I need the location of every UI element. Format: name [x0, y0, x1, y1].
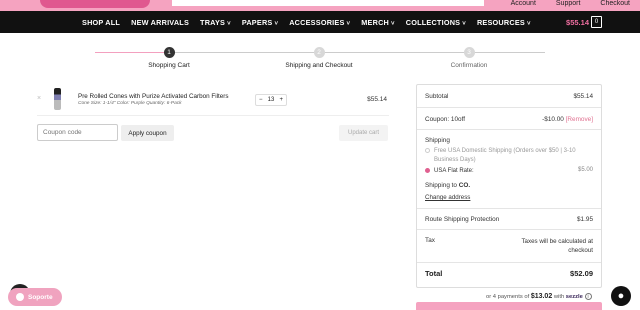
chevron-down-icon: ˅	[227, 20, 231, 27]
radio-free-shipping[interactable]	[425, 147, 430, 153]
step-label: Shopping Cart	[148, 62, 190, 69]
shipping-to-prefix: Shipping to	[425, 182, 457, 189]
change-address-link[interactable]: Change address	[425, 194, 470, 201]
checkout-link[interactable]: Checkout	[600, 0, 630, 11]
qty-plus-button[interactable]: +	[279, 97, 283, 103]
remove-item-icon[interactable]: ×	[37, 95, 41, 102]
update-cart-button[interactable]: Update cart	[339, 125, 388, 141]
chevron-down-icon: ˅	[391, 20, 395, 27]
support-chat-label: Soporte	[28, 293, 53, 301]
quantity-stepper: − 13 +	[255, 94, 287, 106]
nav-item-new-arrivals[interactable]: NEW ARRIVALS	[131, 18, 189, 27]
coupon-amount: -$10.00	[542, 116, 564, 123]
top-links: Account Support Checkout	[511, 0, 630, 11]
step-number: 1	[163, 47, 175, 58]
cart-bag-icon[interactable]: 0	[591, 16, 602, 28]
cart-total[interactable]: $55.14	[566, 18, 589, 27]
step-label: Shipping and Checkout	[285, 62, 353, 69]
tax-row: Tax Taxes will be calculated at checkout	[417, 230, 601, 263]
nav-item-shop-all[interactable]: SHOP ALL	[82, 18, 120, 27]
step-shopping-cart: 1 Shopping Cart	[124, 44, 214, 69]
total-label: Total	[425, 269, 443, 278]
sezzle-logo: sezzle	[565, 294, 583, 300]
proceed-to-checkout-button[interactable]	[416, 302, 602, 310]
sezzle-installments[interactable]: or 4 payments of $13.02 with sezzle i	[486, 293, 592, 300]
route-value: $1.95	[577, 216, 593, 223]
chevron-down-icon: ˅	[274, 20, 279, 27]
top-banner: Account Support Checkout	[0, 0, 640, 11]
route-label: Route Shipping Protection	[425, 216, 500, 223]
nav-item-label: COLLECTIONS	[405, 17, 461, 27]
step-number: 2	[313, 47, 325, 58]
chevron-down-icon: ˅	[526, 20, 531, 27]
support-link[interactable]: Support	[556, 0, 581, 11]
route-row: Route Shipping Protection $1.95	[417, 209, 601, 230]
installments-prefix: or 4 payments of	[486, 294, 530, 300]
product-thumbnail[interactable]	[51, 88, 65, 110]
support-chat-button[interactable]: Soporte	[8, 288, 62, 306]
step-label: Confirmation	[450, 62, 488, 69]
installments-with: with	[553, 294, 565, 300]
tax-value: Taxes will be calculated at checkout	[521, 238, 593, 254]
step-number: 3	[463, 47, 475, 58]
apply-coupon-button[interactable]: Apply coupon	[121, 125, 174, 141]
shipping-to: Shipping to CO.	[425, 182, 470, 189]
nav-item-papers[interactable]: PAPERS ˅	[242, 18, 278, 27]
nav-item-label: PAPERS	[241, 17, 273, 27]
accessibility-icon[interactable]: ●	[611, 286, 631, 306]
nav-item-label: SHOP ALL	[82, 17, 121, 27]
chevron-down-icon: ˅	[462, 20, 466, 27]
info-icon[interactable]: i	[584, 293, 592, 300]
subtotal-row: Subtotal $55.14	[417, 85, 601, 108]
tax-label: Tax	[425, 237, 435, 244]
ship-option-flat-label: USA Flat Rate:	[434, 168, 474, 174]
chevron-down-icon: ˅	[346, 20, 351, 27]
support-icon	[16, 293, 24, 301]
account-link[interactable]: Account	[511, 0, 536, 11]
coupon-label: Coupon: 10off	[425, 116, 466, 123]
nav-item-label: NEW ARRIVALS	[131, 17, 190, 27]
cart-totals: Subtotal $55.14 Coupon: 10off -$10.00 [R…	[416, 84, 602, 288]
search-bar[interactable]	[172, 0, 484, 6]
nav-item-collections[interactable]: COLLECTIONS ˅	[406, 18, 466, 27]
subtotal-label: Subtotal	[425, 93, 449, 100]
logo[interactable]	[40, 0, 150, 8]
nav-item-label: RESOURCES	[476, 17, 525, 27]
coupon-row: Coupon: 10off -$10.00 [Remove]	[417, 108, 601, 130]
checkout-progress: 1 Shopping Cart 2 Shipping and Checkout …	[95, 44, 545, 74]
installment-amount: $13.02	[530, 293, 553, 300]
nav-item-accessories[interactable]: ACCESSORIES ˅	[289, 18, 350, 27]
subtotal-value: $55.14	[573, 93, 593, 100]
coupon-code-input[interactable]	[37, 124, 118, 141]
ship-option-flat-value: $5.00	[577, 167, 593, 173]
shipping-to-state: CO.	[458, 182, 471, 189]
step-confirmation: 3 Confirmation	[424, 44, 514, 69]
cart-item-row: × Pre Rolled Cones with Purize Activated…	[37, 84, 389, 116]
coupon-value: -$10.00 [Remove]	[542, 116, 593, 123]
ship-option-flat[interactable]: USA Flat Rate:	[425, 167, 597, 176]
shipping-row: Shipping Free USA Domestic Shipping (Ord…	[417, 130, 601, 209]
product-name[interactable]: Pre Rolled Cones with Purize Activated C…	[78, 93, 229, 100]
qty-minus-button[interactable]: −	[259, 97, 263, 103]
nav-item-label: MERCH	[361, 17, 390, 27]
ship-option-free-label: Free USA Domestic Shipping (Orders over …	[434, 148, 576, 163]
nav-item-label: ACCESSORIES	[289, 17, 345, 27]
total-value: $52.09	[570, 269, 593, 278]
ship-option-free[interactable]: Free USA Domestic Shipping (Orders over …	[425, 147, 597, 164]
step-shipping-checkout: 2 Shipping and Checkout	[274, 44, 364, 69]
remove-coupon-link[interactable]: [Remove]	[566, 116, 593, 123]
product-meta: Cone Size: 1-1/4" Color: Purple Quantity…	[78, 101, 182, 106]
nav-item-resources[interactable]: RESOURCES ˅	[477, 18, 531, 27]
nav-item-label: TRAYS	[200, 17, 226, 27]
qty-value[interactable]: 13	[268, 97, 275, 103]
nav-item-merch[interactable]: MERCH ˅	[361, 18, 394, 27]
item-price: $55.14	[367, 96, 387, 103]
nav-item-trays[interactable]: TRAYS ˅	[200, 18, 231, 27]
shipping-label: Shipping	[425, 137, 450, 144]
radio-flat-rate[interactable]	[425, 167, 430, 173]
main-nav: SHOP ALL NEW ARRIVALS TRAYS ˅ PAPERS ˅ ACCESSO…	[0, 11, 640, 33]
